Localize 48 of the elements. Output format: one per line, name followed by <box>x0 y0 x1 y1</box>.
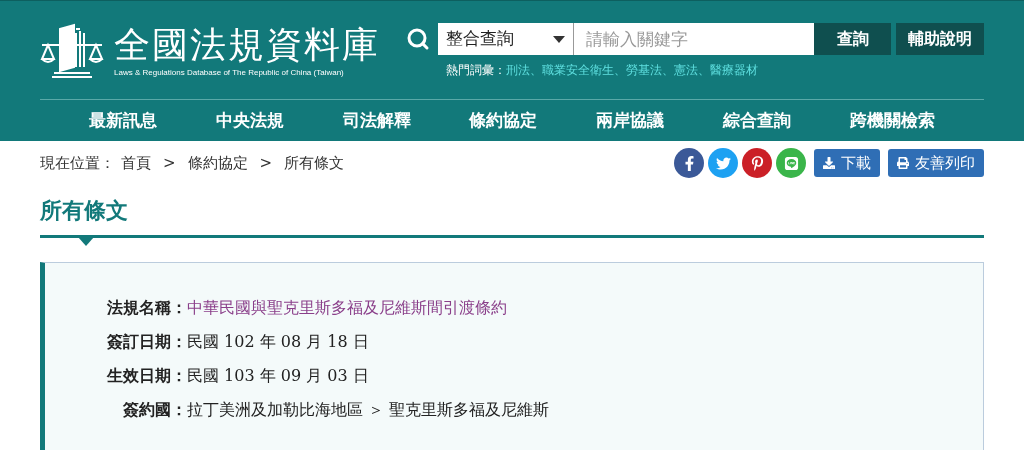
printer-icon <box>897 157 909 169</box>
pinterest-icon[interactable] <box>742 148 772 178</box>
field-label: 簽訂日期： <box>106 331 187 353</box>
download-button[interactable]: 下載 <box>814 149 880 177</box>
separator: 、 <box>662 62 674 79</box>
search-icon <box>406 27 430 51</box>
hot-word-link[interactable]: 職業安全衛生 <box>542 61 614 79</box>
field-label: 生效日期： <box>105 365 187 387</box>
keyword-search-field[interactable]: 請輸入關鍵字 <box>574 23 814 55</box>
field-label: 簽約國： <box>122 399 187 421</box>
print-button[interactable]: 友善列印 <box>888 149 984 177</box>
hot-words-label: 熱門詞彙： <box>446 62 506 79</box>
twitter-icon[interactable] <box>708 148 738 178</box>
treaty-name-link[interactable]: 中華民國與聖克里斯多福及尼維斯間引渡條約 <box>187 296 507 320</box>
nav-item[interactable]: 兩岸協議 <box>596 107 665 134</box>
breadcrumb-link[interactable]: 條約協定 <box>187 151 248 175</box>
breadcrumb-link[interactable]: 首頁 <box>121 151 151 175</box>
hot-word-link[interactable]: 勞基法 <box>626 61 662 79</box>
separator: 、 <box>614 62 626 79</box>
breadcrumb-separator: > <box>163 152 176 174</box>
nav-item[interactable]: 條約協定 <box>469 107 538 134</box>
hot-word-link[interactable]: 憲法 <box>674 61 698 79</box>
breadcrumb-label: 現在位置： <box>40 152 115 174</box>
nav-item[interactable]: 司法解釋 <box>342 107 411 134</box>
hot-word-link[interactable]: 刑法 <box>506 61 530 79</box>
search-button[interactable]: 查詢 <box>814 23 891 55</box>
page-title: 所有條文 <box>40 196 128 225</box>
field-value: 民國 103 年 09 月 03 日 <box>187 365 369 387</box>
field-label: 法規名稱： <box>106 297 187 319</box>
nav-item[interactable]: 中央法規 <box>216 107 285 134</box>
help-button[interactable]: 輔助說明 <box>896 23 984 55</box>
caret-icon <box>553 35 565 43</box>
nav-item[interactable]: 綜合查詢 <box>722 107 791 134</box>
nav-item[interactable]: 跨機關檢索 <box>849 107 935 134</box>
hot-word-link[interactable]: 醫療器材 <box>710 61 758 79</box>
facebook-icon[interactable] <box>674 148 704 178</box>
breadcrumb-separator: > <box>259 152 273 174</box>
site-title: 全國法規資料庫 <box>114 23 380 67</box>
scales-book-logo-icon <box>40 23 104 81</box>
scope-dropdown[interactable]: 整合查詢 <box>438 23 574 55</box>
breadcrumb-link[interactable]: 所有條文 <box>284 151 345 175</box>
download-icon <box>823 157 835 169</box>
nav-item[interactable]: 最新訊息 <box>89 107 158 134</box>
site-subtitle: Laws & Regulations Database of The Republic of China (Taiwan) <box>114 67 345 79</box>
separator: 、 <box>530 62 542 79</box>
field-value: 拉丁美洲及加勒比海地區 ＞ 聖克里斯多福及尼維斯 <box>187 399 550 421</box>
field-value: 民國 102 年 08 月 18 日 <box>187 331 369 353</box>
separator: 、 <box>698 62 710 79</box>
